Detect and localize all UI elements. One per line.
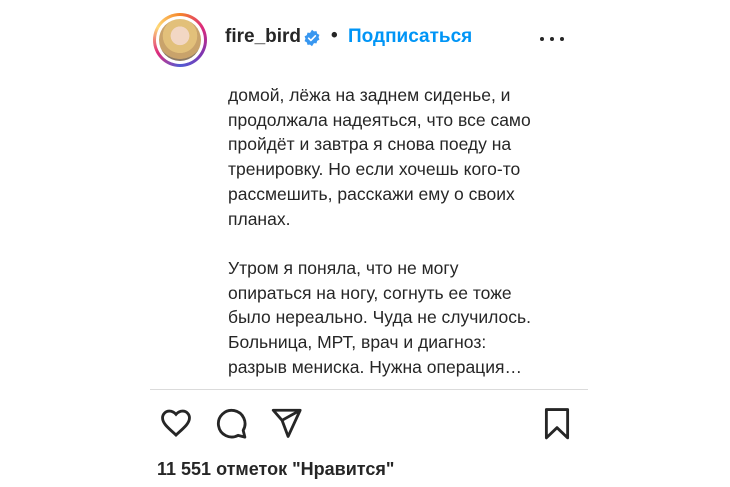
likes-count[interactable]: 11 551 отметок "Нравится" [157, 459, 394, 480]
divider [150, 389, 588, 390]
avatar-border [156, 16, 204, 64]
bookmark-icon[interactable] [539, 405, 575, 441]
more-options-icon[interactable] [540, 32, 566, 46]
username-link[interactable]: fire_bird [225, 26, 301, 48]
follow-button[interactable]: Подписаться [348, 26, 472, 48]
action-bar [0, 405, 730, 449]
comment-icon[interactable] [213, 405, 249, 441]
post-header: fire_bird • Подписаться [0, 0, 730, 78]
verified-badge-icon [304, 29, 320, 47]
post-caption: домой, лёжа на заднем сиденье, и продолж… [228, 85, 532, 377]
avatar-image [159, 19, 201, 61]
share-icon[interactable] [268, 405, 304, 441]
avatar[interactable] [153, 13, 207, 67]
heart-icon[interactable] [158, 405, 194, 441]
separator-dot: • [331, 25, 338, 46]
